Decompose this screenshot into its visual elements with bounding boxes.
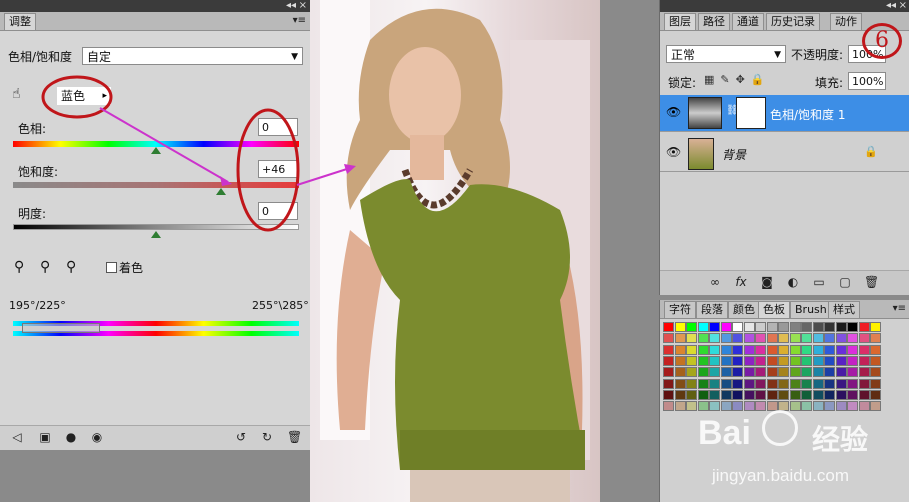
watermark-brand-cn: 经验	[812, 423, 869, 456]
arrow-to-saturation	[99, 107, 229, 183]
arrow-to-photo	[296, 167, 351, 186]
channel-highlight-ellipse	[41, 75, 113, 119]
watermark-brand: Bai	[698, 414, 751, 452]
paw-icon	[762, 410, 798, 446]
arrow-head-1	[220, 176, 232, 186]
arrow-head-2	[344, 164, 356, 174]
watermark-url: jingyan.baidu.com	[712, 466, 850, 485]
step-number-circle: 6	[862, 23, 902, 59]
values-highlight-ellipse	[236, 108, 300, 232]
step-number: 6	[875, 28, 889, 53]
